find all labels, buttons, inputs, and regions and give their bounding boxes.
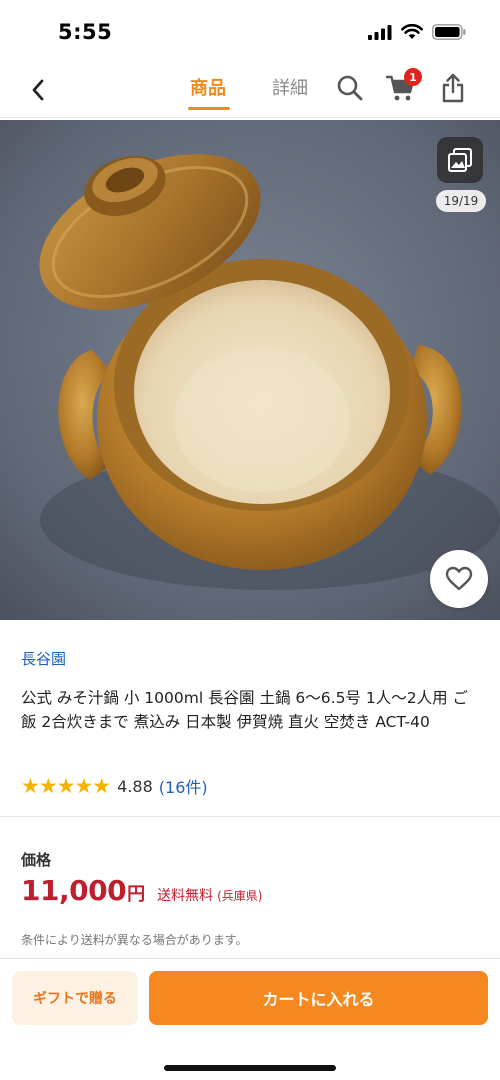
cart-button[interactable]: 1 bbox=[385, 68, 422, 104]
gift-button[interactable]: ギフトで贈る bbox=[12, 971, 138, 1025]
rating-row[interactable]: ★★★★★ 4.88 (16件) bbox=[21, 774, 208, 798]
tab-detail[interactable]: 詳細 bbox=[272, 74, 308, 100]
status-time: 5:55 bbox=[58, 20, 113, 44]
image-counter: 19/19 bbox=[436, 190, 486, 212]
tab-product[interactable]: 商品 bbox=[190, 74, 226, 100]
signal-icon bbox=[368, 24, 392, 40]
shop-name-link[interactable]: 長谷園 bbox=[21, 648, 66, 669]
add-to-cart-button[interactable]: カートに入れる bbox=[149, 971, 488, 1025]
product-title: 公式 みそ汁鍋 小 1000ml 長谷園 土鍋 6～6.5号 1人～2人用 ご飯… bbox=[21, 689, 469, 731]
gallery-icon bbox=[448, 148, 472, 172]
search-icon bbox=[337, 75, 363, 101]
price-row: 11,000 円 送料無料 (兵庫県) bbox=[21, 874, 262, 907]
price-label: 価格 bbox=[21, 851, 52, 869]
nav-bar: 商品 詳細 1 bbox=[0, 62, 500, 118]
heart-icon bbox=[445, 566, 473, 591]
favorite-button[interactable] bbox=[430, 550, 488, 608]
share-button[interactable] bbox=[437, 72, 469, 104]
bottom-action-bar: ギフトで贈る カートに入れる bbox=[0, 958, 500, 1080]
wifi-icon bbox=[401, 24, 423, 39]
donabe-pot-illustration bbox=[0, 120, 500, 620]
rating-value: 4.88 bbox=[117, 776, 153, 796]
shipping-free-label: 送料無料 bbox=[157, 888, 214, 904]
price-currency: 円 bbox=[127, 884, 146, 905]
battery-icon bbox=[432, 24, 466, 40]
search-button[interactable] bbox=[334, 72, 366, 104]
back-chevron-icon bbox=[32, 79, 44, 101]
gallery-button[interactable] bbox=[437, 137, 483, 183]
price-amount: 11,000 bbox=[21, 874, 127, 907]
shipping-region: (兵庫県) bbox=[217, 889, 263, 903]
product-image[interactable]: 19/19 bbox=[0, 120, 500, 620]
review-count-link[interactable]: (16件) bbox=[159, 774, 208, 798]
cart-badge: 1 bbox=[404, 68, 422, 86]
rating-stars-icon: ★★★★★ bbox=[21, 774, 111, 798]
section-divider bbox=[0, 816, 500, 817]
shipping-note: 条件により送料が異なる場合があります。 bbox=[21, 933, 248, 947]
back-button[interactable] bbox=[22, 74, 54, 106]
share-icon bbox=[442, 73, 464, 103]
status-icons bbox=[368, 24, 466, 40]
active-tab-indicator bbox=[188, 107, 230, 110]
home-indicator[interactable] bbox=[164, 1065, 336, 1071]
status-bar: 5:55 bbox=[0, 0, 500, 62]
